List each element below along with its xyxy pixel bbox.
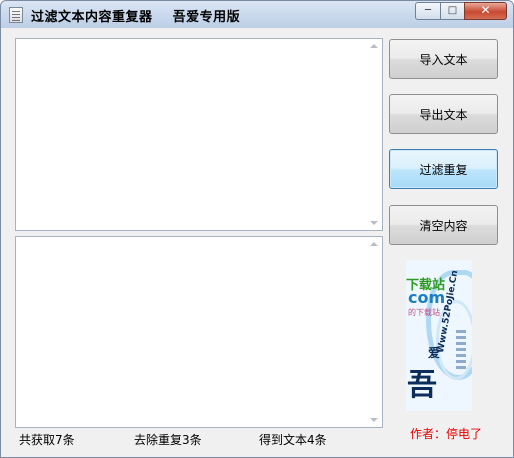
scroll-down-arrow-icon[interactable]	[370, 418, 378, 422]
site-logo-image: 下载站 com 的下载站 爱 吾 Www.52PoJie.Cn	[406, 260, 472, 411]
source-text-area[interactable]	[15, 38, 383, 231]
import-text-button[interactable]: 导入文本	[389, 39, 498, 79]
export-text-button[interactable]: 导出文本	[389, 94, 498, 134]
filter-duplicates-button[interactable]: 过滤重复	[389, 149, 498, 189]
source-scrollbar[interactable]	[366, 39, 382, 230]
minimize-icon: ─	[424, 5, 432, 16]
status-total-count: 共获取7条	[19, 433, 75, 447]
maximize-button[interactable]: □	[440, 2, 465, 20]
scroll-up-arrow-icon[interactable]	[370, 44, 378, 48]
title-bar[interactable]: 过滤文本内容重复器 吾爱专用版 ─ □ ✕	[1, 1, 513, 28]
app-icon[interactable]	[9, 7, 23, 23]
close-button[interactable]: ✕	[464, 2, 507, 20]
author-credit: 作者：停电了	[410, 427, 483, 441]
status-removed-count: 去除重复3条	[134, 433, 202, 447]
logo-site-domain: com	[408, 288, 446, 307]
result-text-area[interactable]	[15, 236, 383, 428]
close-icon: ✕	[480, 3, 491, 17]
logo-site-small: 的下载站	[408, 308, 440, 317]
logo-dots-decoration	[456, 330, 466, 370]
clear-content-button[interactable]: 清空内容	[389, 205, 498, 245]
maximize-icon: □	[447, 5, 458, 16]
app-window: 过滤文本内容重复器 吾爱专用版 ─ □ ✕ 导入文本 导出文本 过滤重复 清空内…	[0, 0, 514, 458]
result-scrollbar[interactable]	[366, 237, 382, 427]
status-result-count: 得到文本4条	[259, 433, 327, 447]
scroll-down-arrow-icon[interactable]	[370, 221, 378, 225]
scroll-up-arrow-icon[interactable]	[370, 242, 378, 246]
logo-brand-char-1: 吾	[407, 368, 437, 403]
minimize-button[interactable]: ─	[415, 2, 441, 20]
window-title: 过滤文本内容重复器 吾爱专用版	[31, 10, 241, 25]
